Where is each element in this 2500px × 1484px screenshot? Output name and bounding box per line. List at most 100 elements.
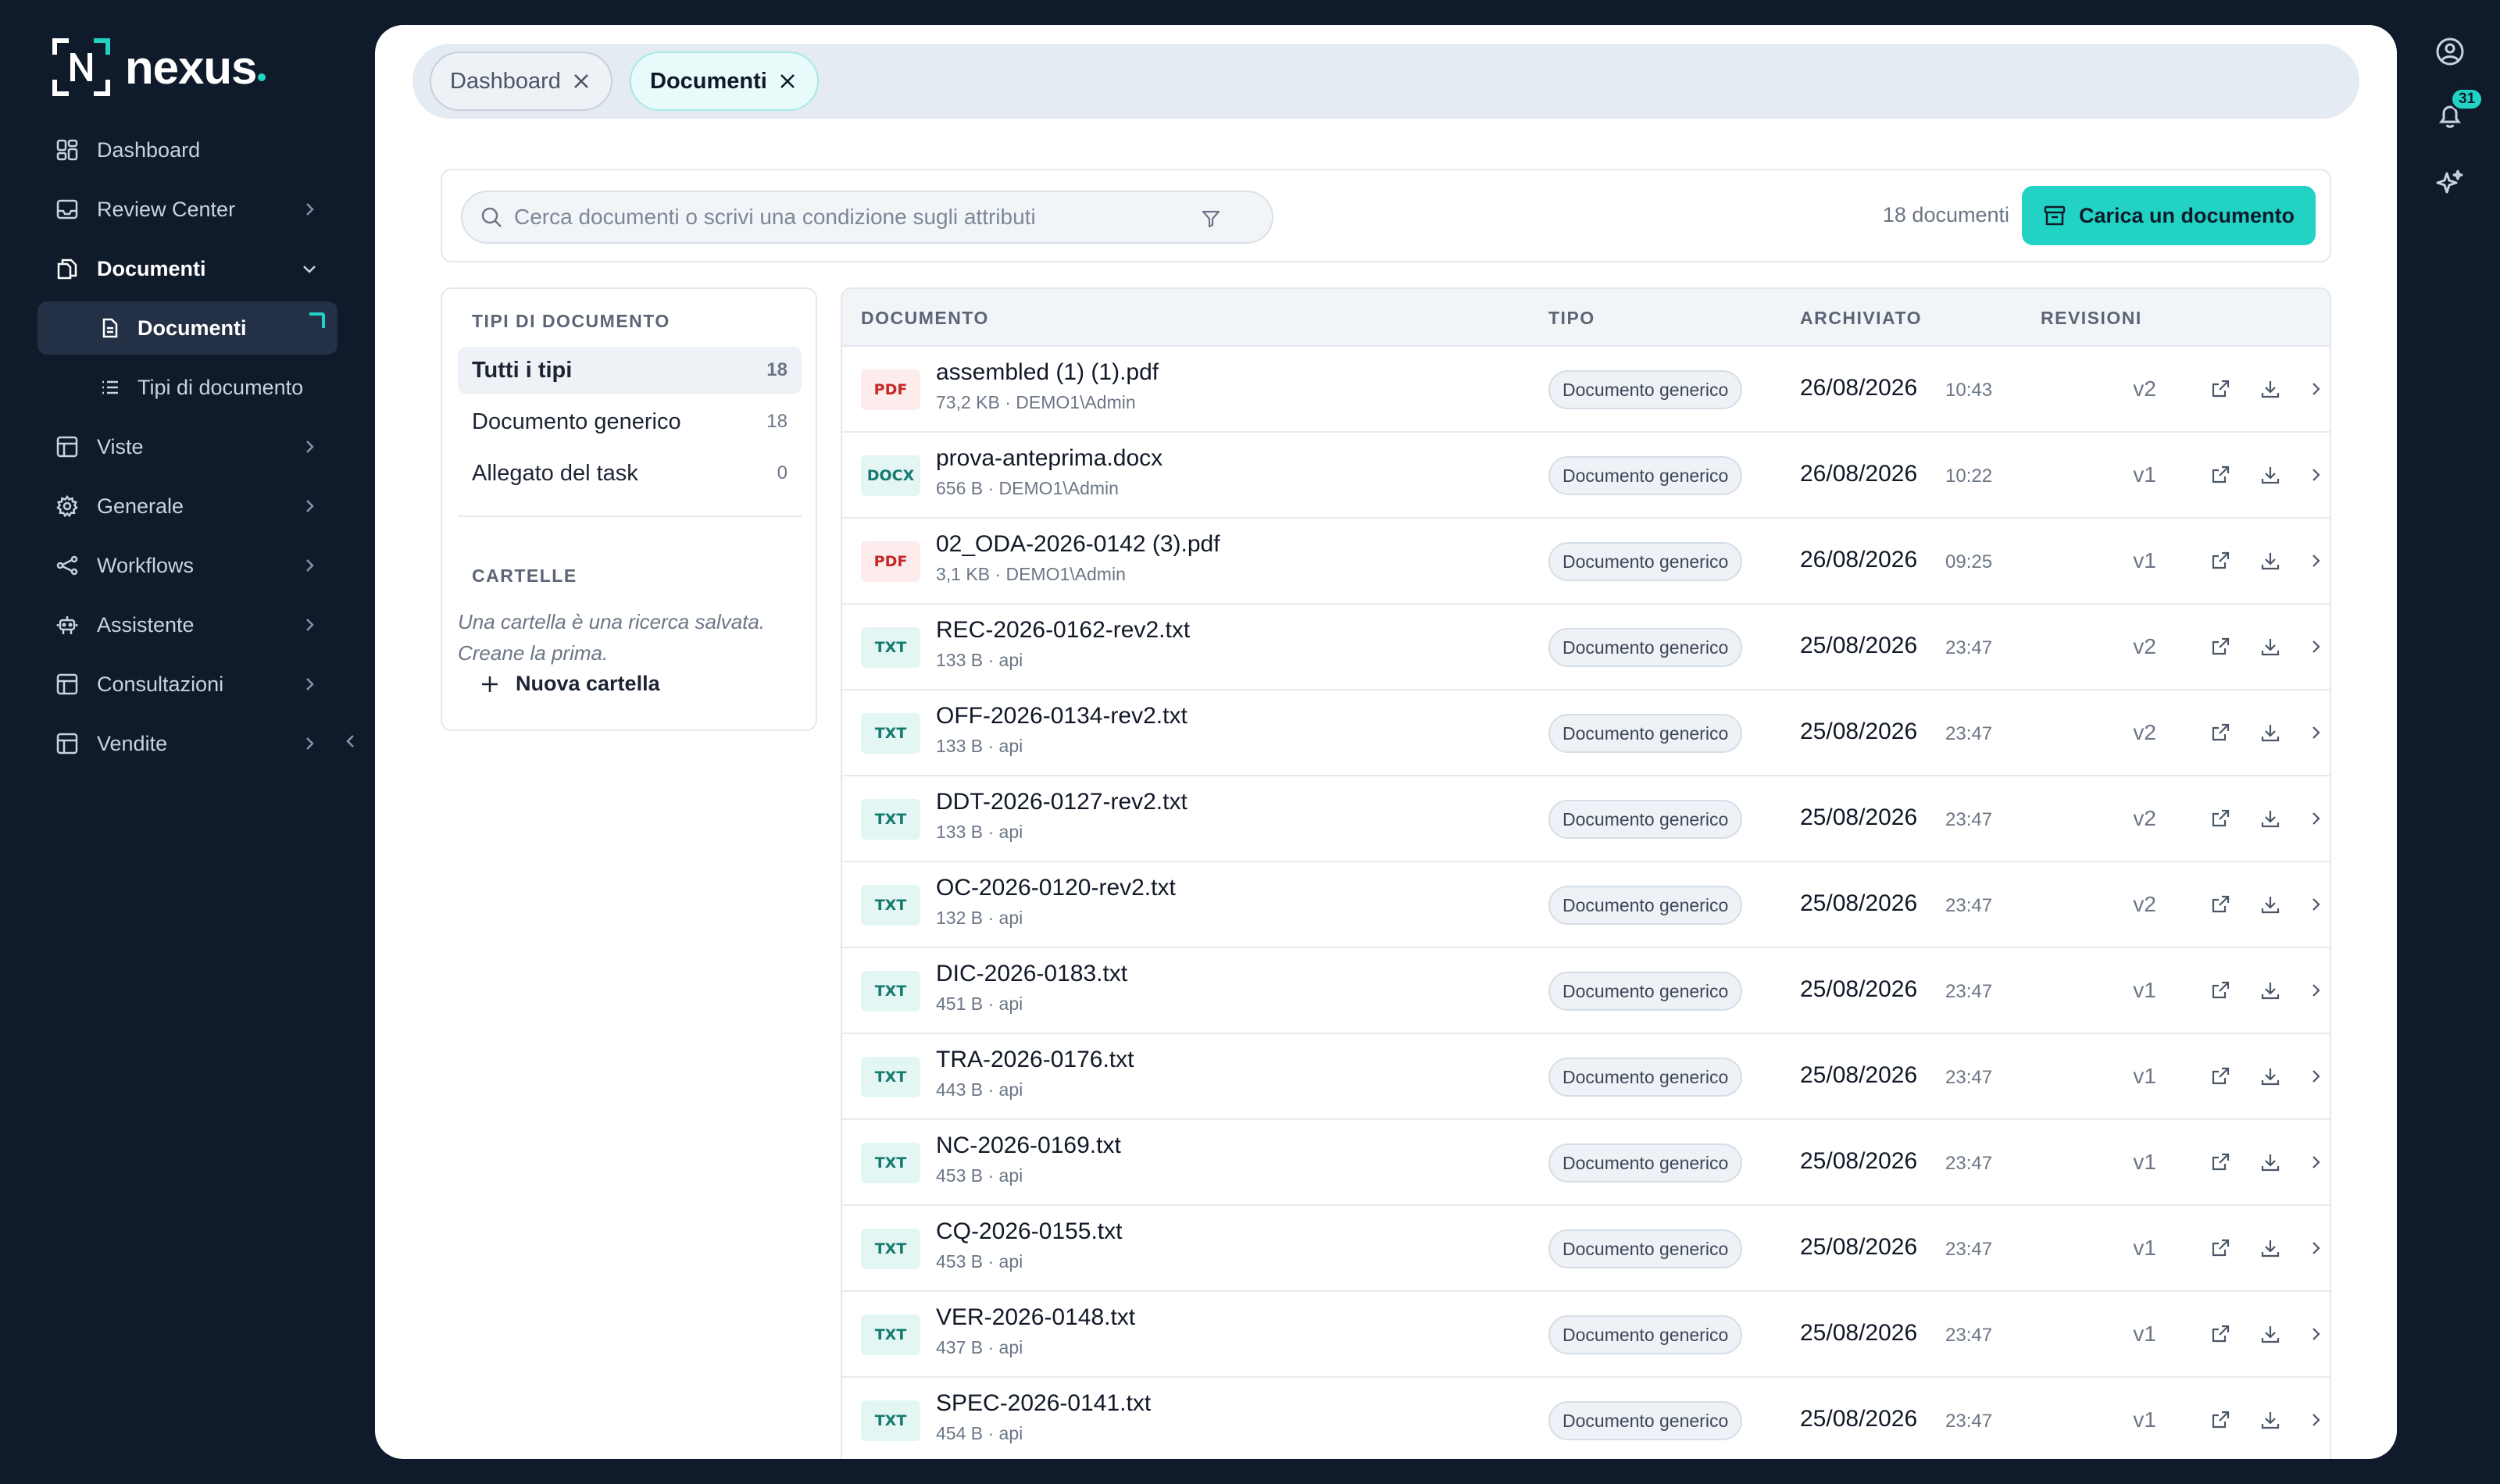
sidebar-item-documenti[interactable]: Documenti xyxy=(38,242,338,295)
open-external-icon[interactable] xyxy=(2209,979,2231,1001)
open-external-icon[interactable] xyxy=(2209,550,2231,572)
table-row[interactable]: TXT CQ-2026-0155.txt 453 B · api Documento … xyxy=(842,1206,2330,1292)
tab-documenti[interactable]: Documenti xyxy=(630,52,819,111)
search-input[interactable] xyxy=(514,205,1186,230)
table-row[interactable]: PDF assembled (1) (1).pdf 73,2 KB · DEMO1\… xyxy=(842,347,2330,433)
file-name[interactable]: assembled (1) (1).pdf xyxy=(936,359,1159,386)
download-icon[interactable] xyxy=(2259,464,2281,486)
table-row[interactable]: TXT OFF-2026-0134-rev2.txt 133 B · api Docu… xyxy=(842,690,2330,776)
file-type-badge: DOCX xyxy=(861,455,920,496)
table-row[interactable]: TXT OC-2026-0120-rev2.txt 132 B · api Docum… xyxy=(842,862,2330,948)
table-row[interactable]: TXT REC-2026-0162-rev2.txt 133 B · api Docu… xyxy=(842,605,2330,690)
sidebar-item-consultazioni[interactable]: Consultazioni xyxy=(38,658,338,711)
chevron-right-icon[interactable] xyxy=(2305,1151,2327,1173)
sidebar-item-assistente[interactable]: Assistente xyxy=(38,598,338,651)
column-header-document[interactable]: DOCUMENTO xyxy=(861,308,989,329)
chevron-right-icon[interactable] xyxy=(2305,636,2327,658)
chevron-right-icon[interactable] xyxy=(2305,378,2327,400)
file-name[interactable]: DIC-2026-0183.txt xyxy=(936,961,1127,987)
filter-icon[interactable] xyxy=(1200,208,1222,230)
file-name[interactable]: NC-2026-0169.txt xyxy=(936,1133,1121,1159)
sidebar-item-review-center[interactable]: Review Center xyxy=(38,183,338,236)
sidebar-item-viste[interactable]: Viste xyxy=(38,420,338,473)
chevron-right-icon[interactable] xyxy=(2305,979,2327,1001)
column-header-archived[interactable]: ARCHIVIATO xyxy=(1800,308,1922,329)
download-icon[interactable] xyxy=(2259,808,2281,829)
chevron-right-icon xyxy=(306,559,314,572)
download-icon[interactable] xyxy=(2259,1065,2281,1087)
logo[interactable]: nexus xyxy=(52,37,266,97)
open-external-icon[interactable] xyxy=(2209,894,2231,915)
download-icon[interactable] xyxy=(2259,894,2281,915)
type-filter-documento-generico[interactable]: Documento generico 18 xyxy=(458,398,802,445)
table-row[interactable]: TXT DDT-2026-0127-rev2.txt 133 B · api Docu… xyxy=(842,776,2330,862)
table-row[interactable]: TXT DIC-2026-0183.txt 451 B · api Documento… xyxy=(842,948,2330,1034)
chevron-right-icon[interactable] xyxy=(2305,550,2327,572)
file-name[interactable]: REC-2026-0162-rev2.txt xyxy=(936,617,1190,644)
search-box[interactable] xyxy=(461,191,1273,244)
upload-document-button[interactable]: Carica un documento xyxy=(2022,186,2316,245)
chevron-right-icon[interactable] xyxy=(2305,1409,2327,1431)
open-external-icon[interactable] xyxy=(2209,1151,2231,1173)
chevron-right-icon[interactable] xyxy=(2305,894,2327,915)
column-header-type[interactable]: TIPO xyxy=(1548,308,1595,329)
chevron-right-icon[interactable] xyxy=(2305,1323,2327,1345)
chevron-right-icon[interactable] xyxy=(2305,808,2327,829)
chevron-right-icon[interactable] xyxy=(2305,464,2327,486)
download-icon[interactable] xyxy=(2259,1323,2281,1345)
file-name[interactable]: DDT-2026-0127-rev2.txt xyxy=(936,789,1188,815)
table-row[interactable]: TXT NC-2026-0169.txt 453 B · api Documento … xyxy=(842,1120,2330,1206)
file-name[interactable]: 02_ODA-2026-0142 (3).pdf xyxy=(936,531,1220,558)
file-name[interactable]: OC-2026-0120-rev2.txt xyxy=(936,875,1176,901)
sidebar-item-generale[interactable]: Generale xyxy=(38,480,338,533)
open-external-icon[interactable] xyxy=(2209,378,2231,400)
open-external-icon[interactable] xyxy=(2209,722,2231,744)
download-icon[interactable] xyxy=(2259,1237,2281,1259)
user-avatar-icon[interactable] xyxy=(2434,36,2466,67)
sidebar-subitem-tipi-di-documento[interactable]: Tipi di documento xyxy=(38,361,338,414)
sparkles-icon[interactable] xyxy=(2434,167,2466,198)
table-row[interactable]: PDF 02_ODA-2026-0142 (3).pdf 3,1 KB · DEMO… xyxy=(842,519,2330,605)
sidebar-item-workflows[interactable]: Workflows xyxy=(38,539,338,592)
file-name[interactable]: prova-anteprima.docx xyxy=(936,445,1162,472)
chevron-right-icon[interactable] xyxy=(2305,1065,2327,1087)
file-name[interactable]: CQ-2026-0155.txt xyxy=(936,1218,1122,1245)
download-icon[interactable] xyxy=(2259,1409,2281,1431)
download-icon[interactable] xyxy=(2259,550,2281,572)
download-icon[interactable] xyxy=(2259,1151,2281,1173)
revision-value: v2 xyxy=(2133,634,2156,658)
close-icon[interactable] xyxy=(570,70,592,92)
table-row[interactable]: TXT TRA-2026-0176.txt 443 B · api Documento… xyxy=(842,1034,2330,1120)
sidebar-subitem-documenti[interactable]: Documenti xyxy=(38,301,338,355)
open-external-icon[interactable] xyxy=(2209,636,2231,658)
open-external-icon[interactable] xyxy=(2209,1237,2231,1259)
sidebar-item-vendite[interactable]: Vendite xyxy=(38,717,338,770)
open-external-icon[interactable] xyxy=(2209,1409,2231,1431)
file-name[interactable]: TRA-2026-0176.txt xyxy=(936,1047,1134,1073)
table-row[interactable]: TXT SPEC-2026-0141.txt 454 B · api Document… xyxy=(842,1378,2330,1459)
chevron-right-icon[interactable] xyxy=(2305,722,2327,744)
archived-date: 26/08/2026 xyxy=(1800,547,1918,573)
open-external-icon[interactable] xyxy=(2209,808,2231,829)
type-filter-all[interactable]: Tutti i tipi 18 xyxy=(458,347,802,394)
sidebar-item-dashboard[interactable]: Dashboard xyxy=(38,123,338,177)
column-header-revisions[interactable]: REVISIONI xyxy=(2041,308,2142,329)
download-icon[interactable] xyxy=(2259,378,2281,400)
type-filter-allegato-del-task[interactable]: Allegato del task 0 xyxy=(458,450,802,497)
close-icon[interactable] xyxy=(777,70,798,92)
new-folder-button[interactable]: Nuova cartella xyxy=(480,672,660,696)
chevron-right-icon[interactable] xyxy=(2305,1237,2327,1259)
table-row[interactable]: TXT VER-2026-0148.txt 437 B · api Documento… xyxy=(842,1292,2330,1378)
file-name[interactable]: OFF-2026-0134-rev2.txt xyxy=(936,703,1188,730)
collapse-sidebar-icon[interactable] xyxy=(341,730,359,753)
download-icon[interactable] xyxy=(2259,636,2281,658)
file-name[interactable]: VER-2026-0148.txt xyxy=(936,1304,1135,1331)
download-icon[interactable] xyxy=(2259,979,2281,1001)
table-row[interactable]: DOCX prova-anteprima.docx 656 B · DEMO1\Ad… xyxy=(842,433,2330,519)
open-external-icon[interactable] xyxy=(2209,464,2231,486)
open-external-icon[interactable] xyxy=(2209,1323,2231,1345)
tab-dashboard[interactable]: Dashboard xyxy=(430,52,612,111)
download-icon[interactable] xyxy=(2259,722,2281,744)
file-name[interactable]: SPEC-2026-0141.txt xyxy=(936,1390,1151,1417)
open-external-icon[interactable] xyxy=(2209,1065,2231,1087)
